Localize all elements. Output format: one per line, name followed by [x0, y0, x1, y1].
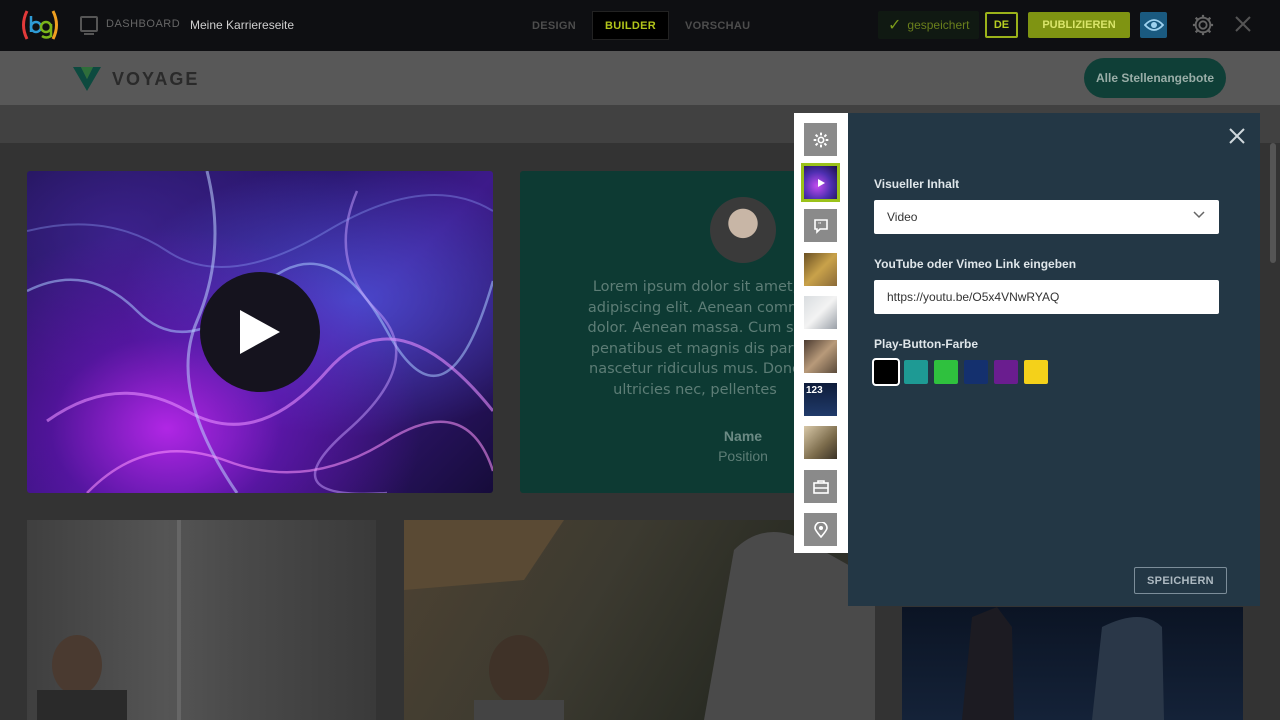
thumb-image-2[interactable] [804, 296, 837, 329]
publish-button[interactable]: PUBLIZIEREN [1028, 12, 1130, 38]
dashboard-label: DASHBOARD [106, 18, 181, 30]
avatar [710, 197, 776, 263]
brand-wordmark: VOYAGE [112, 68, 200, 89]
play-icon [817, 178, 825, 187]
settings-gear-icon[interactable] [1192, 14, 1214, 36]
dashboard-link[interactable]: DASHBOARD [80, 16, 181, 35]
quote-icon: " [813, 218, 828, 234]
tab-design[interactable]: DESIGN [520, 11, 588, 40]
saved-label: gespeichert [907, 18, 970, 32]
thumb-numbers[interactable]: 123 [804, 383, 837, 416]
city-photo[interactable] [902, 607, 1243, 720]
office-photo[interactable] [27, 520, 376, 720]
thumb-settings[interactable] [804, 123, 837, 156]
thumb-image-1[interactable] [804, 253, 837, 286]
svg-text:": " [818, 221, 821, 229]
thumb-image-3[interactable] [804, 340, 837, 373]
quote-text: Lorem ipsum dolor sit amet, adipiscing e… [587, 279, 803, 398]
preview-eye-icon [1143, 19, 1164, 31]
page-scrollbar[interactable] [1270, 143, 1276, 263]
check-icon: ✓ [888, 17, 902, 34]
visual-content-label: Visueller Inhalt [874, 177, 960, 191]
city-photo-art [962, 607, 1164, 720]
video-link-label: YouTube oder Vimeo Link eingeben [874, 257, 1077, 271]
save-button[interactable]: SPEICHERN [1134, 567, 1227, 594]
block-thumbnail-strip: " 123 [794, 113, 848, 553]
color-swatch-black[interactable] [872, 358, 900, 386]
thumb-video[interactable] [801, 163, 840, 202]
dashboard-icon [80, 16, 98, 35]
all-jobs-button[interactable]: Alle Stellenangebote [1084, 58, 1226, 98]
play-color-swatches [872, 358, 1048, 386]
site-name: Meine Karriereseite [190, 18, 295, 32]
color-swatch-purple[interactable] [994, 360, 1018, 384]
settings-gear-icon [813, 132, 828, 147]
jobs-icon [812, 479, 829, 494]
thumb-quote[interactable]: " [804, 209, 837, 242]
thumb-image-4[interactable] [804, 426, 837, 459]
preview-button[interactable] [1140, 12, 1167, 38]
voyage-logo-icon [73, 67, 101, 91]
play-button[interactable] [200, 272, 320, 392]
video-block[interactable] [27, 171, 493, 493]
mode-tabs: DESIGN BUILDER VORSCHAU [520, 11, 762, 40]
site-brand: VOYAGE [72, 66, 199, 92]
color-swatch-navy[interactable] [964, 360, 988, 384]
saved-status: ✓ gespeichert [878, 11, 980, 39]
chevron-down-icon [1193, 211, 1205, 219]
app-logo[interactable] [18, 8, 62, 42]
close-icon[interactable] [1228, 127, 1246, 145]
thumb-jobs[interactable] [804, 470, 837, 503]
color-swatch-yellow[interactable] [1024, 360, 1048, 384]
color-swatch-teal[interactable] [904, 360, 928, 384]
language-button[interactable]: DE [985, 12, 1018, 38]
top-toolbar: DASHBOARD Meine Karriereseite DESIGN BUI… [0, 0, 1280, 51]
video-link-input[interactable] [874, 280, 1219, 314]
play-color-label: Play-Button-Farbe [874, 337, 979, 351]
tab-vorschau[interactable]: VORSCHAU [673, 11, 762, 40]
tab-builder[interactable]: BUILDER [591, 11, 669, 40]
office-photo-art [37, 520, 181, 720]
play-icon [240, 310, 280, 354]
close-icon[interactable] [1234, 15, 1252, 33]
block-editor-panel: Visueller Inhalt Video YouTube oder Vime… [848, 113, 1260, 606]
location-pin-icon [813, 521, 828, 538]
visual-content-value: Video [887, 210, 918, 224]
thumb-location[interactable] [804, 513, 837, 546]
numbers-label: 123 [806, 385, 823, 396]
visual-content-select[interactable]: Video [874, 200, 1219, 234]
color-swatch-green[interactable] [934, 360, 958, 384]
